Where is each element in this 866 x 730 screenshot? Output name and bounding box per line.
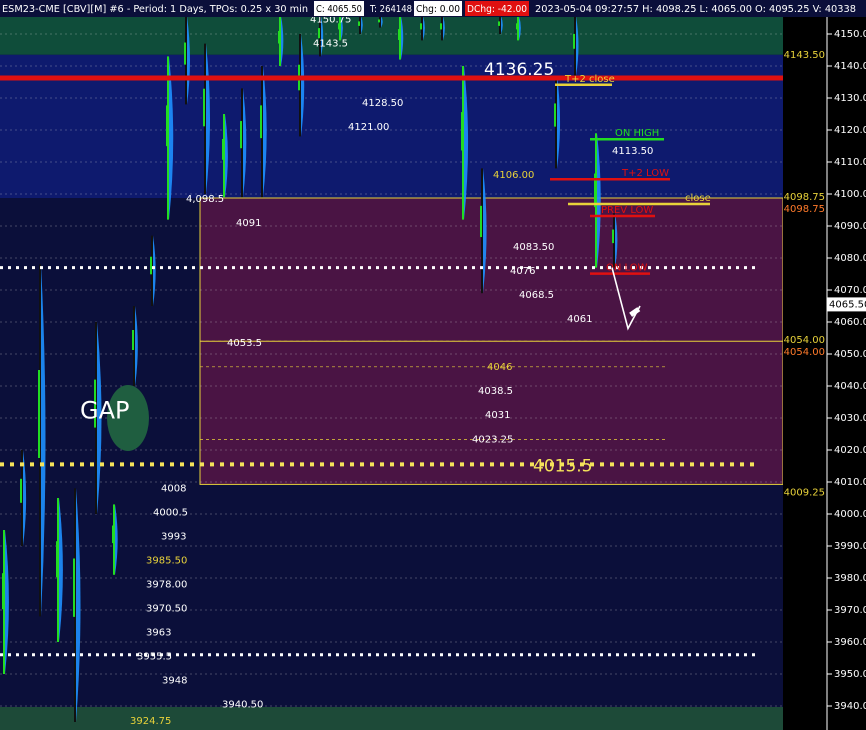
- axis-tick-label: 4090.00: [834, 221, 866, 232]
- level-label: 4031: [485, 410, 510, 421]
- level-label: 4143.5: [313, 39, 348, 50]
- bottom-band: [0, 707, 783, 730]
- axis-mark-label: 4054.00: [784, 347, 825, 358]
- axis-tick-label: 4060.00: [834, 317, 866, 328]
- level-label: 4053.5: [227, 338, 262, 349]
- axis-mark-label: 4098.75: [784, 192, 825, 203]
- axis-tick-label: 3990.00: [834, 541, 866, 552]
- level-label: 4061: [567, 314, 592, 325]
- level-label: 4091: [236, 218, 261, 229]
- level-label: 4046: [487, 362, 512, 373]
- annotation-t-2-low: T+2 LOW: [621, 168, 669, 179]
- axis-tick-label: 4040.00: [834, 381, 866, 392]
- level-label: 3978.00: [146, 579, 187, 590]
- level-label: 4038.5: [478, 386, 513, 397]
- price-axis-panel: [783, 0, 866, 730]
- axis-tick-label: 3970.00: [834, 605, 866, 616]
- big-label-vpoc: 4136.25: [484, 60, 554, 80]
- chart-window: T+2 close ON HIGH T+2 LOW close PREV LOW ON L…: [0, 0, 866, 730]
- header-text-5: 2023-05-04 09:27:57 H: 4098.25 L: 4065.0…: [535, 4, 856, 15]
- annotation-close: close: [685, 193, 711, 204]
- level-label: 4008: [161, 483, 186, 494]
- axis-tick-label: 3950.00: [834, 669, 866, 680]
- level-label: 4076: [510, 266, 535, 277]
- annotation-t-2-close: T+2 close: [564, 74, 615, 85]
- annotation-on-high: ON HIGH: [615, 128, 659, 139]
- axis-tick-label: 4050.00: [834, 349, 866, 360]
- axis-mark-label: 4009.25: [784, 487, 825, 498]
- axis-tick-label: 4080.00: [834, 253, 866, 264]
- level-label: 4068.5: [519, 290, 554, 301]
- level-label: 4083.50: [513, 242, 554, 253]
- axis-tick-label: 4020.00: [834, 445, 866, 456]
- level-label: 3963: [146, 627, 171, 638]
- level-label: 4,098.5: [186, 194, 224, 205]
- axis-tick-label: 4150.00: [834, 29, 866, 40]
- market-profile-chart[interactable]: T+2 closeON HIGHT+2 LOWclosePREV LOWON L…: [0, 0, 866, 730]
- level-label: 4106.00: [493, 170, 534, 181]
- axis-mark-label: 4098.75: [784, 204, 825, 215]
- zone-green-zone: [0, 16, 783, 55]
- axis-tick-label: 3960.00: [834, 637, 866, 648]
- level-label: 3924.75: [130, 716, 171, 727]
- big-label-gap-fill: 4015.5: [533, 456, 592, 476]
- header-text-0: ESM23-CME [CBV][M] #6 - Period: 1 Days, …: [2, 4, 308, 15]
- level-label: 3955.5: [137, 651, 172, 662]
- axis-mark-label: 4143.50: [784, 50, 825, 61]
- gap-label: GAP: [80, 397, 130, 425]
- axis-tick-label: 4030.00: [834, 413, 866, 424]
- header-text-1: C: 4065.50: [316, 4, 362, 15]
- axis-tick-label: 4010.00: [834, 477, 866, 488]
- level-label: 3985.50: [146, 555, 187, 566]
- level-label: 4128.50: [362, 98, 403, 109]
- level-label: 4023.25: [472, 435, 513, 446]
- level-label: 3940.50: [222, 699, 263, 710]
- level-label: 3993: [161, 531, 186, 542]
- annotation-prev-low: PREV LOW: [601, 205, 653, 216]
- last-price-label: 4065.50: [829, 299, 866, 310]
- axis-tick-label: 4140.00: [834, 61, 866, 72]
- axis-tick-label: 4070.00: [834, 285, 866, 296]
- level-label: 3970.50: [146, 603, 187, 614]
- axis-tick-label: 3980.00: [834, 573, 866, 584]
- level-label: 4121.00: [348, 122, 389, 133]
- axis-tick-label: 4110.00: [834, 157, 866, 168]
- axis-tick-label: 4120.00: [834, 125, 866, 136]
- axis-tick-label: 3940.00: [834, 701, 866, 712]
- axis-mark-label: 4054.00: [784, 335, 825, 346]
- axis-tick-label: 4100.00: [834, 189, 866, 200]
- level-label: 3948: [162, 675, 187, 686]
- axis-tick-label: 4000.00: [834, 509, 866, 520]
- header-text-4: DChg: -42.00: [467, 4, 527, 15]
- level-label: 4113.50: [612, 146, 653, 157]
- header-text-2: T: 264148: [369, 4, 412, 15]
- axis-tick-label: 4130.00: [834, 93, 866, 104]
- level-label: 4000.5: [153, 507, 188, 518]
- header-text-3: Chg: 0.00: [416, 4, 460, 15]
